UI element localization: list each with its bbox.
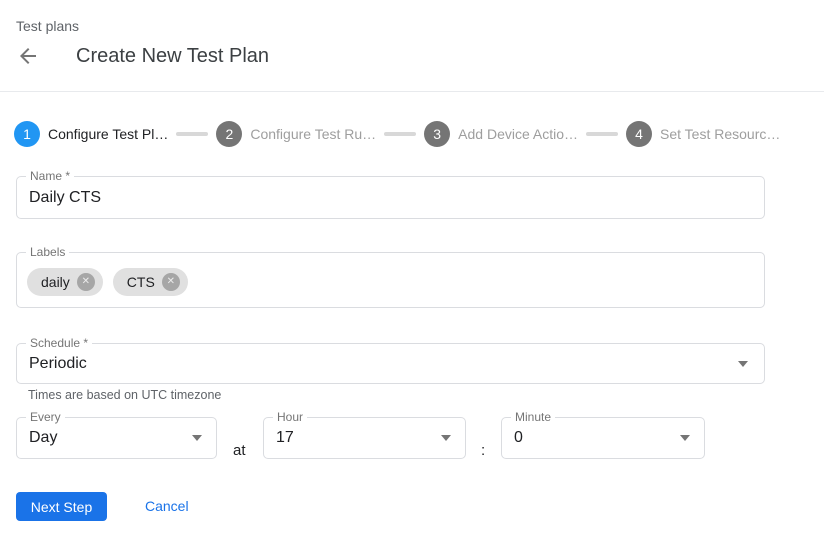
step-number-badge: 2	[216, 121, 242, 147]
hour-select[interactable]: Hour 17	[263, 417, 466, 459]
hour-selected-value: 17	[276, 418, 431, 458]
labels-field[interactable]: Labels daily ✕ CTS ✕	[16, 252, 765, 308]
minute-select[interactable]: Minute 0	[501, 417, 705, 459]
chevron-down-icon	[738, 361, 748, 367]
step-label: Set Test Resourc…	[660, 126, 780, 142]
name-field-label: Name *	[26, 169, 74, 183]
stepper: 1 Configure Test Pl… 2 Configure Test Ru…	[14, 121, 780, 147]
step-label: Add Device Actio…	[458, 126, 578, 142]
label-chip-cts[interactable]: CTS ✕	[113, 268, 188, 296]
page-title: Create New Test Plan	[76, 43, 269, 69]
schedule-select[interactable]: Schedule * Periodic	[16, 343, 765, 384]
label-chip-daily[interactable]: daily ✕	[27, 268, 103, 296]
breadcrumb: Test plans	[16, 18, 79, 34]
chip-text: daily	[41, 274, 70, 290]
back-button[interactable]	[14, 42, 42, 70]
stepper-connector	[384, 132, 416, 136]
name-field: Name *	[16, 176, 765, 219]
create-test-plan-page: Test plans Create New Test Plan 1 Config…	[0, 0, 824, 554]
stepper-step-configure-test-run[interactable]: 2 Configure Test Ru…	[216, 121, 376, 147]
step-number-badge: 4	[626, 121, 652, 147]
every-select[interactable]: Every Day	[16, 417, 217, 459]
chip-remove-icon[interactable]: ✕	[162, 273, 180, 291]
stepper-step-set-test-resources[interactable]: 4 Set Test Resourc…	[626, 121, 780, 147]
chevron-down-icon	[192, 435, 202, 441]
label-chips-row: daily ✕ CTS ✕	[27, 268, 188, 296]
back-arrow-icon	[16, 44, 40, 68]
schedule-selected-value: Periodic	[29, 344, 730, 383]
labels-field-label: Labels	[26, 245, 69, 259]
timezone-helper-text: Times are based on UTC timezone	[28, 388, 221, 402]
chevron-down-icon	[680, 435, 690, 441]
stepper-connector	[176, 132, 208, 136]
next-step-button[interactable]: Next Step	[16, 492, 107, 521]
step-label: Configure Test Pl…	[48, 126, 168, 142]
cancel-button[interactable]: Cancel	[145, 498, 189, 514]
step-number-badge: 1	[14, 121, 40, 147]
every-selected-value: Day	[29, 418, 182, 458]
stepper-step-add-device-actions[interactable]: 3 Add Device Actio…	[424, 121, 578, 147]
colon-separator: :	[481, 442, 485, 459]
step-label: Configure Test Ru…	[250, 126, 376, 142]
name-input[interactable]	[29, 177, 749, 218]
at-text: at	[233, 442, 246, 459]
stepper-connector	[586, 132, 618, 136]
chip-text: CTS	[127, 274, 155, 290]
chip-remove-icon[interactable]: ✕	[77, 273, 95, 291]
step-number-badge: 3	[424, 121, 450, 147]
minute-selected-value: 0	[514, 418, 670, 458]
stepper-step-configure-test-plan[interactable]: 1 Configure Test Pl…	[14, 121, 168, 147]
chevron-down-icon	[441, 435, 451, 441]
header-divider	[0, 91, 824, 92]
